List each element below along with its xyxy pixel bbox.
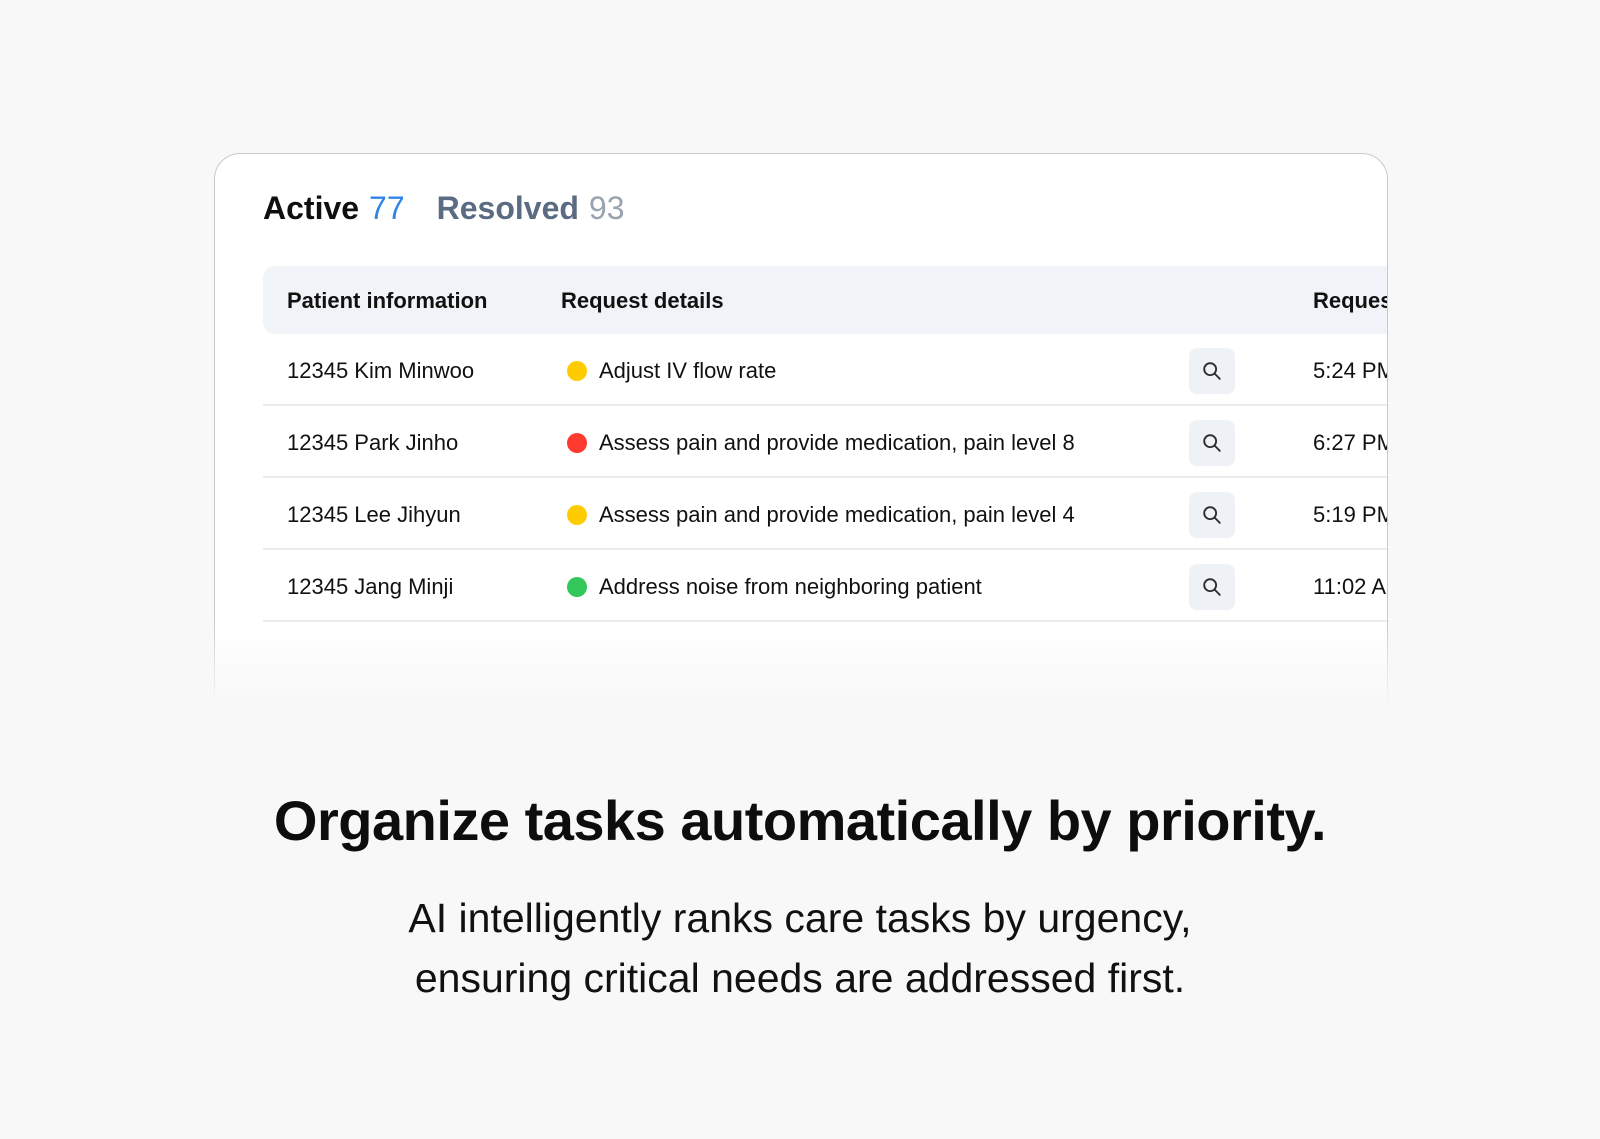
patient-name: 12345 Jang Minji <box>287 574 454 599</box>
view-request-button[interactable] <box>1189 348 1235 394</box>
table-row[interactable]: 12345 Jang Minji Address noise from neig… <box>263 550 1387 622</box>
request-time: 11:02 A <box>1313 574 1386 599</box>
subheadline-line-2: ensuring critical needs are addressed fi… <box>414 955 1186 1001</box>
table-row[interactable]: 12345 Lee Jihyun Assess pain and provide… <box>263 478 1388 550</box>
request-detail: Address noise from neighboring patient <box>567 574 982 600</box>
header-request-details: Request details <box>561 288 724 313</box>
priority-dot-icon <box>567 577 587 597</box>
tab-resolved[interactable]: Resolved 93 <box>437 190 625 227</box>
requests-table: Patient information Request details Requ… <box>263 266 1388 622</box>
patient-name: 12345 Park Jinho <box>287 430 459 455</box>
table-row[interactable]: 12345 Park Jinho Assess pain and provide… <box>263 406 1388 478</box>
subheadline: AI intelligently ranks care tasks by urg… <box>0 888 1600 1008</box>
request-time: 5:24 PM <box>1313 358 1388 383</box>
search-icon <box>1203 578 1221 596</box>
request-detail-text: Address noise from neighboring patient <box>599 574 982 599</box>
view-request-button[interactable] <box>1189 492 1235 538</box>
search-icon <box>1203 506 1221 524</box>
search-icon <box>1203 362 1221 380</box>
subheadline-line-1: AI intelligently ranks care tasks by urg… <box>408 895 1192 941</box>
request-detail-text: Assess pain and provide medication, pain… <box>599 430 1075 455</box>
tab-active-label: Active <box>263 190 360 226</box>
page: Active 77 Resolved 93 Patient informatio… <box>0 0 1600 1139</box>
view-request-button[interactable] <box>1189 420 1235 466</box>
requests-card: Active 77 Resolved 93 Patient informatio… <box>214 153 1388 713</box>
request-time: 5:19 PM <box>1313 502 1388 527</box>
request-time: 6:27 PM <box>1313 430 1388 455</box>
priority-dot-icon <box>567 361 587 381</box>
headline: Organize tasks automatically by priority… <box>273 789 1327 852</box>
table-row[interactable]: 12345 Kim Minwoo Adjust IV flow rate 5:2… <box>263 334 1388 406</box>
request-detail: Assess pain and provide medication, pain… <box>567 502 1075 528</box>
tab-resolved-label: Resolved <box>436 190 579 226</box>
table-header: Patient information Request details Requ… <box>263 266 1388 334</box>
tab-resolved-count: 93 <box>588 190 625 226</box>
status-tabs: Active 77 Resolved 93 <box>263 190 625 227</box>
patient-name: 12345 Kim Minwoo <box>287 358 475 383</box>
request-detail: Assess pain and provide medication, pain… <box>567 430 1075 456</box>
view-request-button[interactable] <box>1189 564 1235 610</box>
patient-name: 12345 Lee Jihyun <box>287 502 461 527</box>
header-request-time: Reques <box>1313 288 1388 313</box>
search-icon <box>1203 434 1221 452</box>
request-detail-text: Assess pain and provide medication, pain… <box>599 502 1075 527</box>
request-detail-text: Adjust IV flow rate <box>599 358 777 383</box>
tab-active[interactable]: Active 77 <box>263 190 405 227</box>
request-detail: Adjust IV flow rate <box>567 358 776 384</box>
priority-dot-icon <box>567 505 587 525</box>
priority-dot-icon <box>567 433 587 453</box>
header-patient-information: Patient information <box>287 288 488 313</box>
tab-active-count: 77 <box>369 190 405 226</box>
